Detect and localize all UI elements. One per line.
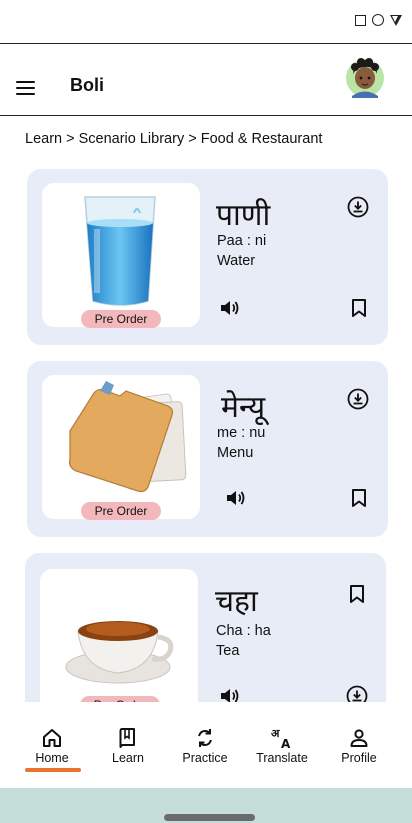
- word-marathi: पाणी: [216, 198, 271, 233]
- tea-cup-image: [40, 569, 198, 713]
- word-marathi: मेन्यू: [221, 390, 266, 425]
- active-tab-indicator: [25, 768, 81, 772]
- app-title: Boli: [70, 75, 104, 95]
- nav-translate[interactable]: अA Translate: [243, 726, 321, 765]
- menu-folder-image: [42, 375, 200, 519]
- app-bar: Boli: [0, 44, 412, 116]
- gesture-bar: [0, 788, 412, 823]
- triangle-icon: [390, 14, 402, 26]
- pre-order-badge: Pre Order: [81, 502, 161, 520]
- gesture-handle[interactable]: [164, 814, 255, 821]
- bookmark-icon[interactable]: [348, 487, 370, 509]
- nav-label: Learn: [112, 751, 144, 765]
- water-glass-image: [42, 183, 200, 327]
- pre-order-badge: Pre Order: [81, 310, 161, 328]
- word-pronunciation: Paa : ni: [217, 233, 267, 249]
- nav-label: Translate: [256, 751, 308, 765]
- nav-label: Profile: [341, 751, 377, 765]
- nav-label: Home: [35, 751, 69, 765]
- avatar[interactable]: [345, 54, 385, 98]
- bookmark-icon[interactable]: [346, 583, 368, 605]
- word-meaning: Tea: [216, 643, 240, 659]
- bookmark-icon[interactable]: [348, 297, 370, 319]
- person-icon: [350, 729, 368, 747]
- nav-profile[interactable]: Profile: [320, 726, 398, 765]
- nav-learn[interactable]: Learn: [89, 726, 167, 765]
- refresh-icon: [198, 729, 212, 747]
- word-meaning: Menu: [217, 445, 254, 461]
- speaker-icon[interactable]: [218, 297, 240, 319]
- nav-label: Practice: [182, 751, 228, 765]
- translate-icon: अA: [271, 727, 291, 750]
- speaker-icon[interactable]: [224, 487, 246, 509]
- hamburger-menu-icon[interactable]: [16, 81, 35, 95]
- word-meaning: Water: [217, 253, 256, 269]
- svg-text:अ: अ: [271, 727, 280, 740]
- nav-home[interactable]: Home: [13, 726, 91, 765]
- word-card[interactable]: Pre Order मेन्यू me : nu Menu: [27, 361, 388, 537]
- status-bar: [0, 0, 412, 44]
- square-icon: [355, 14, 366, 26]
- book-icon: [119, 728, 135, 748]
- download-icon[interactable]: [347, 196, 369, 218]
- word-pronunciation: Cha : ha: [216, 623, 271, 639]
- circle-icon: [372, 14, 384, 26]
- bottom-navigation: Home Learn Practice अA Translate Profile: [0, 702, 412, 788]
- word-card[interactable]: Pre Order पाणी Paa : ni Water: [27, 169, 388, 345]
- word-pronunciation: me : nu: [217, 425, 266, 441]
- system-icons: [355, 14, 402, 26]
- breadcrumb: Learn > Scenario Library > Food & Restau…: [25, 131, 323, 147]
- nav-practice[interactable]: Practice: [166, 726, 244, 765]
- home-icon: [43, 729, 61, 747]
- download-icon[interactable]: [347, 388, 369, 410]
- svg-text:A: A: [281, 737, 291, 750]
- word-marathi: चहा: [215, 584, 258, 619]
